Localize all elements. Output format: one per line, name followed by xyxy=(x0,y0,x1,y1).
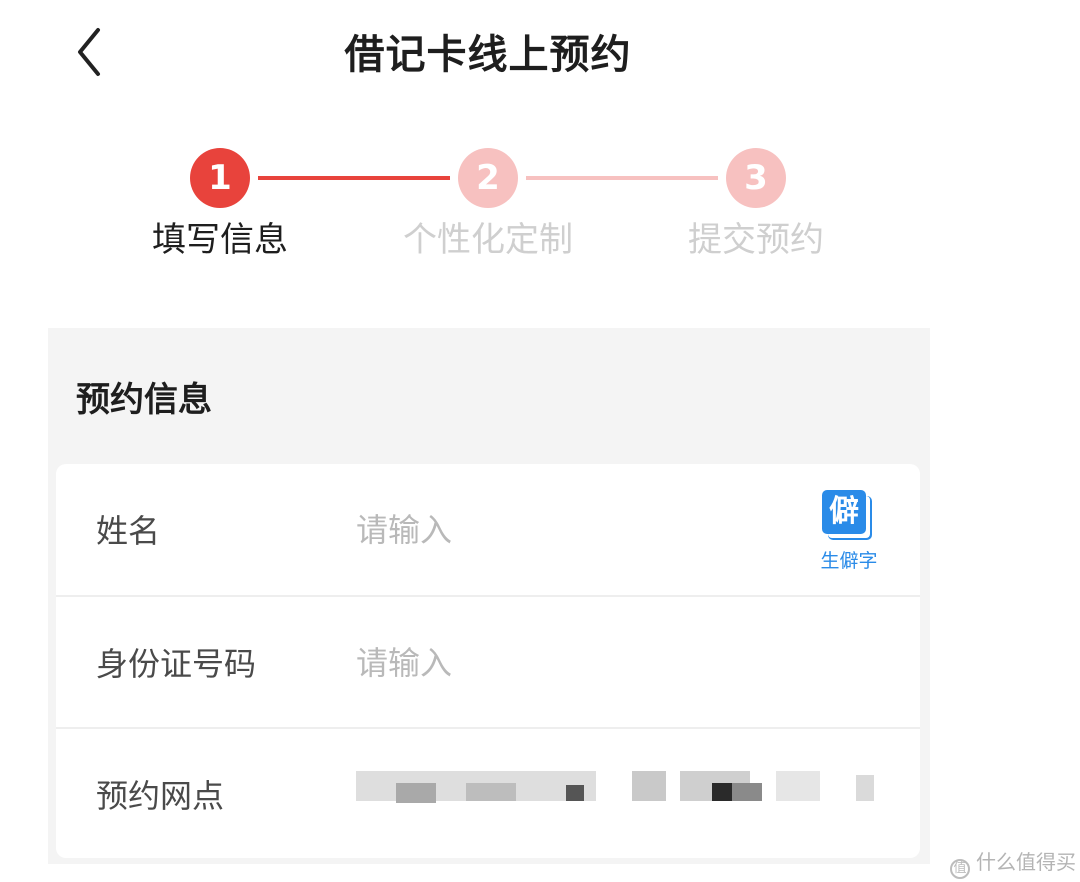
name-input[interactable] xyxy=(356,502,796,558)
page-title: 借记卡线上预约 xyxy=(344,32,632,78)
step-2-label: 个性化定制 xyxy=(403,220,573,260)
form-row-name: 姓名 僻 生僻字 xyxy=(56,464,920,596)
header: 借记卡线上预约 xyxy=(0,0,1080,110)
branch-label: 预约网点 xyxy=(96,777,225,815)
branch-value-obscured xyxy=(356,769,896,819)
rare-char-button[interactable]: 僻 生僻字 xyxy=(812,486,884,576)
name-label: 姓名 xyxy=(96,512,161,550)
step-connector-2 xyxy=(526,176,718,180)
id-number-input[interactable] xyxy=(356,635,796,691)
form-row-id: 身份证号码 xyxy=(56,595,920,727)
rare-char-icon: 僻 xyxy=(822,490,866,534)
step-1-label: 填写信息 xyxy=(152,220,288,260)
reservation-form: 姓名 僻 生僻字 身份证号码 预约网点 xyxy=(56,464,920,858)
rare-char-label: 生僻字 xyxy=(820,550,878,572)
step-3-circle: 3 xyxy=(726,148,786,208)
form-row-branch[interactable]: 预约网点 xyxy=(56,727,920,859)
watermark-text: 什么值得买 xyxy=(976,850,1076,874)
id-number-label: 身份证号码 xyxy=(96,645,257,683)
step-connector-1 xyxy=(258,176,450,180)
section-title: 预约信息 xyxy=(76,380,212,420)
watermark-icon: 值 xyxy=(950,859,970,879)
watermark: 值什么值得买 xyxy=(950,846,1076,879)
step-3-label: 提交预约 xyxy=(688,220,824,260)
step-2-circle: 2 xyxy=(458,148,518,208)
step-1-circle: 1 xyxy=(190,148,250,208)
